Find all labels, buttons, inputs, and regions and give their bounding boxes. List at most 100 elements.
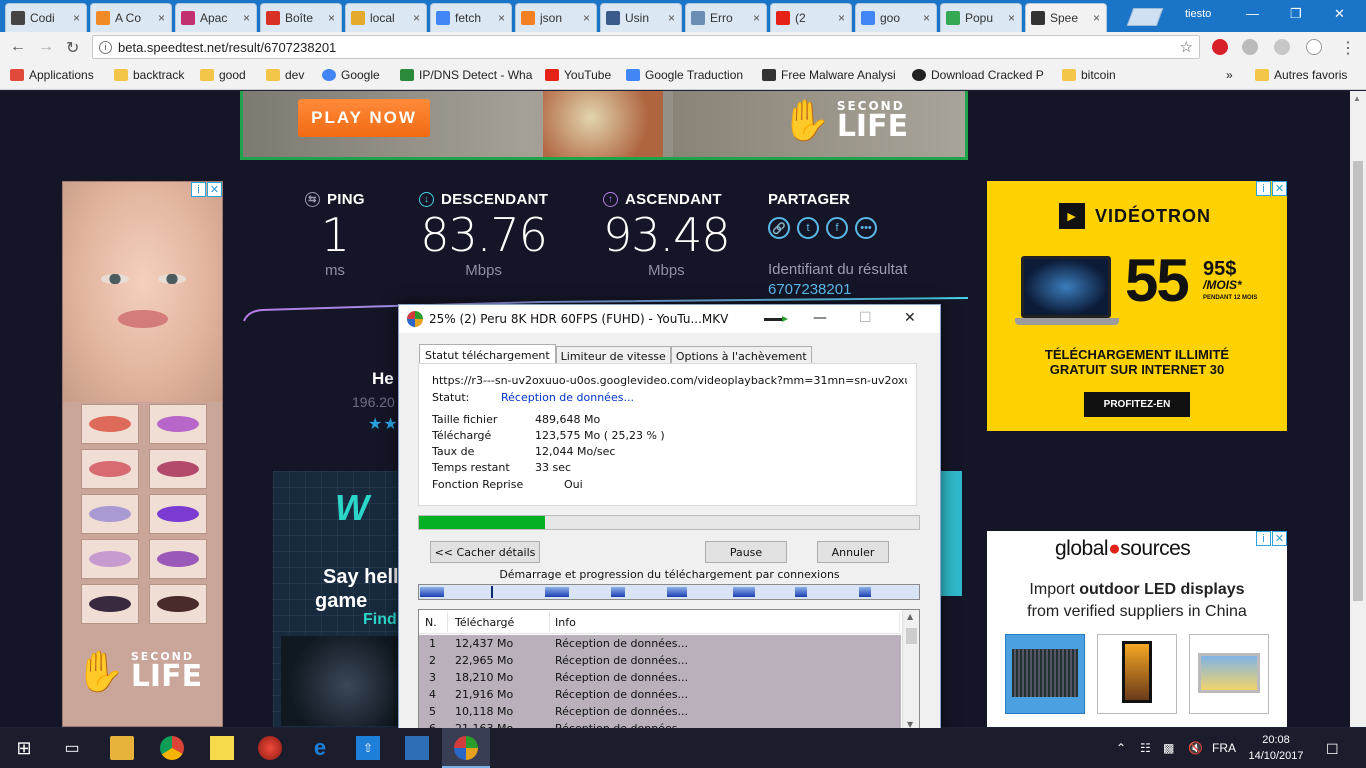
browser-tab[interactable]: A Co × [90,3,172,32]
table-row[interactable]: 1 12,437 Mo Réception de données... [419,635,901,652]
clock[interactable]: 20:08 14/10/2017 [1246,732,1306,764]
tab-close-icon[interactable]: × [413,11,421,25]
tray-expand-icon[interactable]: ⌃ [1116,741,1126,755]
tab-close-icon[interactable]: × [583,11,591,25]
bookmark-item[interactable]: backtrack [114,68,184,82]
bookmark-item[interactable]: Download Cracked P [912,68,1044,82]
tab-close-icon[interactable]: × [498,11,506,25]
tab-close-icon[interactable]: × [838,11,846,25]
table-row[interactable]: 3 18,210 Mo Réception de données... [419,669,901,686]
rating-stars[interactable]: ★★ [368,414,399,434]
browser-tab[interactable]: Erro × [685,3,767,32]
drive-extension-icon[interactable] [1242,39,1258,55]
tab-close-icon[interactable]: × [328,11,336,25]
bookmark-star-icon[interactable]: ☆ [1180,38,1193,56]
other-bookmarks[interactable]: Autres favoris [1255,68,1347,82]
tab-close-icon[interactable]: × [1008,11,1016,25]
windows-start-icon[interactable]: ⊞ [12,736,36,760]
tab-close-icon[interactable]: × [73,11,81,25]
bookmark-item[interactable]: Applications [10,68,94,82]
play-now-button[interactable]: PLAY NOW [298,99,430,137]
bookmark-item[interactable]: IP/DNS Detect - Wha [400,68,532,82]
ad-info-icon[interactable]: i [1256,181,1271,196]
profitez-en-button[interactable]: PROFITEZ-EN [1084,392,1190,417]
file-explorer-icon[interactable] [110,736,134,760]
scrollbar-thumb[interactable] [1353,161,1363,601]
game-ad[interactable]: W Say hell game Find [273,471,403,727]
browser-tab[interactable]: Apac × [175,3,257,32]
ad-close-icon[interactable]: ✕ [1272,181,1287,196]
notifications-icon[interactable]: ☐ [1326,741,1339,758]
browser-tab[interactable]: Spee × [1025,3,1107,32]
dialog-close-icon[interactable]: ✕ [904,310,916,326]
task-view-icon[interactable]: ▭ [60,736,84,760]
browser-tab[interactable]: local × [345,3,427,32]
kiosk-product-image[interactable] [1097,634,1177,714]
tab-close-icon[interactable]: × [158,11,166,25]
ad-info-icon[interactable]: i [1256,531,1271,546]
pause-button[interactable]: Pause [705,541,787,563]
bookmark-item[interactable]: Free Malware Analysi [762,68,896,82]
browser-tab[interactable]: fetch × [430,3,512,32]
col-info[interactable]: Info [555,616,576,629]
scroll-up-icon[interactable]: ▲ [907,612,913,621]
tab-close-icon[interactable]: × [753,11,761,25]
cancel-button[interactable]: Annuler [817,541,889,563]
edge-icon[interactable]: e [308,735,332,760]
videotron-ad[interactable]: ► VIDÉOTRON 55 95$ /MOIS* PENDANT 12 MOIS… [987,181,1287,431]
browser-tab[interactable]: json × [515,3,597,32]
dialog-maximize-icon[interactable]: ☐ [859,310,872,326]
dialog-title-bar[interactable]: 25% (2) Peru 8K HDR 60FPS (FUHD) - YouTu… [399,305,940,333]
reload-icon[interactable]: ↻ [66,38,79,58]
bookmark-item[interactable]: dev [266,68,304,82]
back-arrow-icon[interactable]: ← [10,38,26,56]
table-scrollbar-thumb[interactable] [906,628,917,644]
forward-arrow-icon[interactable]: → [38,38,54,56]
battery-icon[interactable]: ▩ [1163,741,1174,755]
col-downloaded[interactable]: Téléchargé [455,616,514,629]
browser-tab[interactable]: Codi × [5,3,87,32]
ad-close-icon[interactable]: ✕ [207,182,222,197]
tab-close-icon[interactable]: × [1093,11,1101,25]
network-icon[interactable]: ☷ [1140,741,1151,755]
table-row[interactable]: 5 10,118 Mo Réception de données... [419,703,901,720]
sticky-notes-icon[interactable] [210,736,234,760]
browser-tab[interactable]: Popu × [940,3,1022,32]
minimize-window-icon[interactable]: — [1246,6,1259,21]
bookmark-item[interactable]: Google [322,68,380,82]
address-bar[interactable]: i beta.speedtest.net/result/6707238201 ☆ [92,35,1200,59]
led-panel-product-image[interactable] [1005,634,1085,714]
volume-muted-icon[interactable]: 🔇 [1188,741,1203,755]
extension-icon[interactable] [1274,39,1290,55]
extension-circle-icon[interactable] [1306,39,1322,55]
table-row[interactable]: 4 21,916 Mo Réception de données... [419,686,901,703]
close-window-icon[interactable]: ✕ [1334,6,1345,22]
hide-details-button[interactable]: << Cacher détails [430,541,540,563]
second-life-top-banner-ad[interactable]: PLAY NOW ✋ SECOND LIFE [240,91,968,160]
profile-name[interactable]: tiesto [1185,8,1211,20]
tab-download-status[interactable]: Statut téléchargement [419,344,556,365]
ad-choices[interactable]: i ✕ [1256,181,1287,196]
browser-tab[interactable]: Usin × [600,3,682,32]
restore-window-icon[interactable]: ❐ [1290,6,1302,22]
ad-choices[interactable]: i ✕ [1256,531,1287,546]
language-indicator[interactable]: FRA [1212,741,1236,755]
ad-info-icon[interactable]: i [191,182,206,197]
page-scrollbar[interactable]: ▲ [1350,91,1366,727]
upload-app-icon[interactable]: ⇧ [356,736,380,760]
tab-close-icon[interactable]: × [243,11,251,25]
link-icon[interactable]: 🔗 [768,217,790,239]
bookmark-item[interactable]: Google Traduction [626,68,743,82]
second-life-left-ad[interactable]: ✋ SECOND LIFE i ✕ [62,181,223,727]
bookmark-item[interactable]: bitcoin [1062,68,1116,82]
app-icon[interactable] [258,736,282,760]
bookmarks-overflow-icon[interactable]: » [1226,68,1233,82]
browser-tab[interactable]: goo × [855,3,937,32]
url-text[interactable]: beta.speedtest.net/result/6707238201 [118,40,336,55]
chrome-menu-icon[interactable]: ⋮ [1340,38,1356,58]
new-tab-button[interactable] [1126,8,1164,26]
more-icon[interactable]: ••• [855,217,877,239]
ad-choices[interactable]: i ✕ [191,182,222,197]
download-manager-taskbar-button[interactable] [442,728,490,768]
browser-tab[interactable]: (2 × [770,3,852,32]
